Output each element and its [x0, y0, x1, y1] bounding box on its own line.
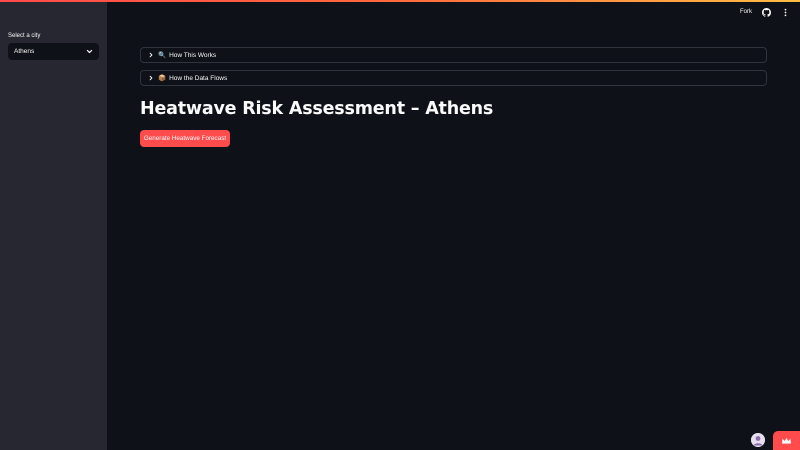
more-vertical-icon[interactable]	[781, 8, 790, 17]
expander-label: How the Data Flows	[169, 74, 228, 82]
generate-forecast-button[interactable]: Generate Heatwave Forecast	[140, 130, 230, 147]
chevron-down-icon	[85, 48, 93, 56]
magnifier-emoji-icon: 🔍	[158, 52, 167, 59]
sidebar: Select a city Athens	[0, 0, 107, 450]
crown-icon[interactable]	[773, 431, 800, 450]
fork-button[interactable]: Fork	[740, 9, 752, 15]
avatar[interactable]	[751, 433, 765, 447]
app-header: Fork	[500, 0, 800, 24]
page-title: Heatwave Risk Assessment – Athens	[140, 99, 494, 119]
expander-how-data-flows[interactable]: 📦 How the Data Flows	[140, 70, 767, 86]
github-icon[interactable]	[762, 7, 771, 17]
expander-how-this-works[interactable]: 🔍 How This Works	[140, 47, 767, 63]
package-emoji-icon: 📦	[158, 75, 167, 82]
city-select[interactable]: Athens	[8, 43, 99, 60]
chevron-right-icon	[147, 74, 155, 82]
top-decoration-bar	[0, 0, 800, 2]
city-select-value: Athens	[14, 48, 35, 55]
city-select-label: Select a city	[8, 33, 41, 39]
expander-label: How This Works	[169, 51, 217, 59]
chevron-right-icon	[147, 51, 155, 59]
